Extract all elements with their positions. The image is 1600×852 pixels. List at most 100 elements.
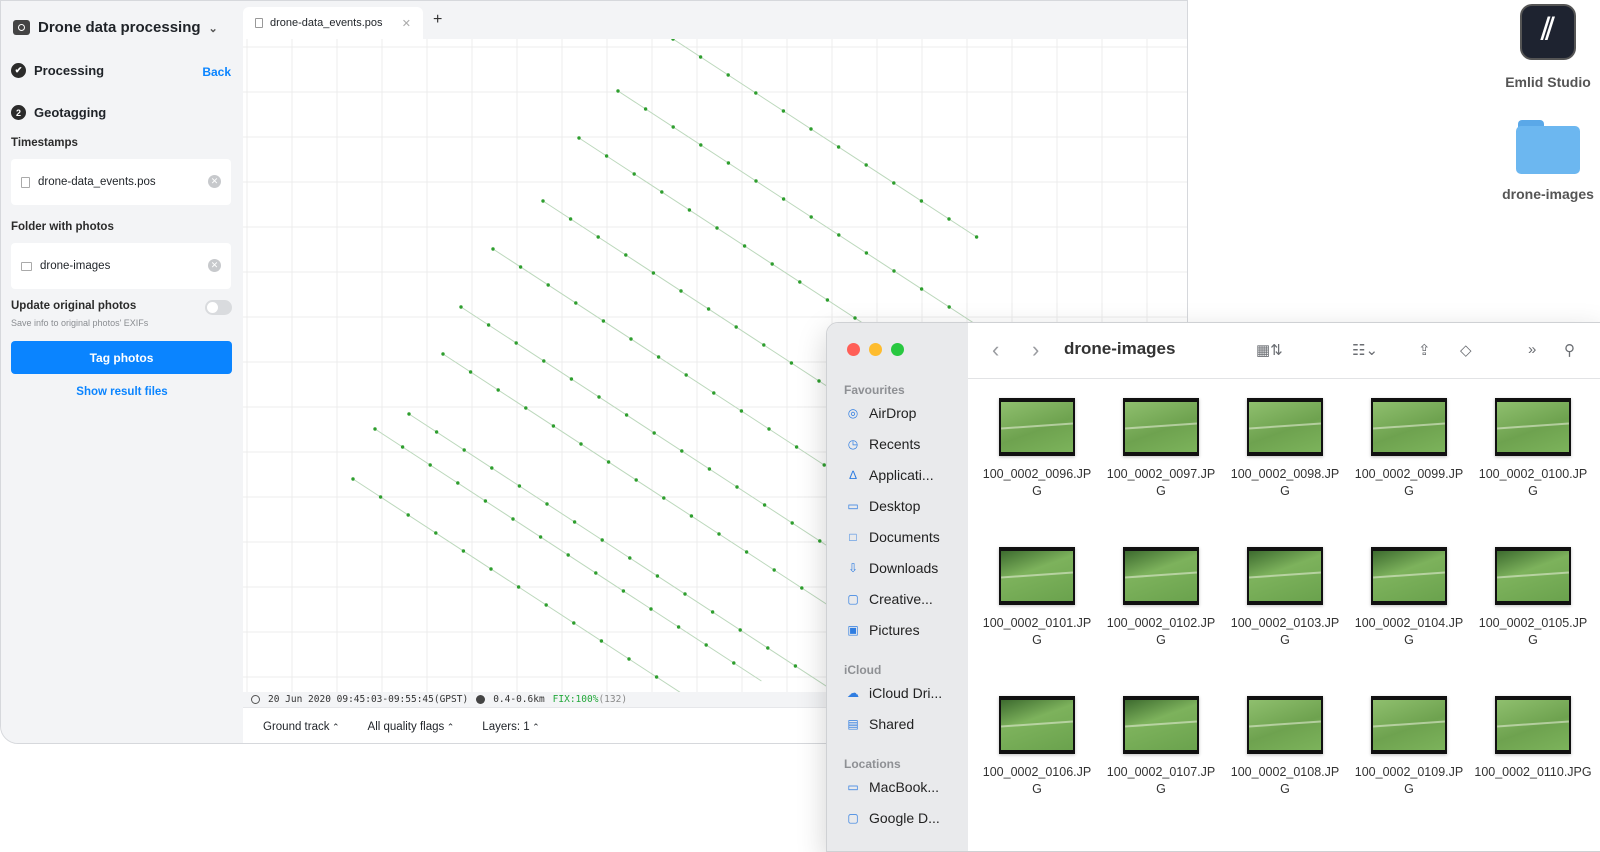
sidebar-item-pictures[interactable]: ▣ Pictures (845, 622, 965, 638)
track-point[interactable] (715, 226, 719, 230)
track-point[interactable] (456, 481, 460, 485)
sidebar-item-creative[interactable]: ▢ Creative... (845, 591, 965, 607)
track-point[interactable] (738, 628, 742, 632)
sidebar-item-icloud-dri[interactable]: ☁ iCloud Dri... (845, 685, 965, 701)
close-window-button[interactable] (847, 343, 860, 356)
track-point[interactable] (462, 448, 466, 452)
track-point[interactable] (676, 625, 681, 629)
track-point[interactable] (671, 125, 675, 129)
track-point[interactable] (428, 463, 432, 467)
track-point[interactable] (643, 107, 648, 111)
track-point[interactable] (628, 556, 632, 560)
file-item[interactable]: 100_0002_0107.JPG (1102, 696, 1220, 798)
track-point[interactable] (817, 379, 821, 383)
sidebar-item-shared[interactable]: ▤ Shared (845, 716, 965, 732)
track-point[interactable] (629, 337, 633, 341)
track-point[interactable] (604, 154, 609, 158)
back-arrow-icon[interactable]: ‹ (992, 337, 999, 363)
track-point[interactable] (662, 496, 666, 500)
track-point[interactable] (538, 535, 543, 539)
track-point[interactable] (541, 199, 545, 203)
track-point[interactable] (818, 539, 822, 543)
track-point[interactable] (517, 484, 522, 488)
file-item[interactable]: 100_0002_0108.JPG (1226, 696, 1344, 798)
file-item[interactable]: 100_0002_0106.JPG (978, 696, 1096, 798)
file-item[interactable]: 100_0002_0097.JPG (1102, 398, 1220, 500)
file-item[interactable]: 100_0002_0109.JPG (1350, 696, 1468, 798)
track-point[interactable] (524, 406, 528, 410)
track-point[interactable] (919, 199, 924, 203)
track-point[interactable] (699, 143, 703, 147)
track-point[interactable] (684, 373, 688, 377)
track-point[interactable] (864, 163, 868, 167)
sidebar-item-airdrop[interactable]: ◎ AirDrop (845, 405, 965, 421)
track-point[interactable] (572, 520, 577, 524)
track-point[interactable] (597, 395, 601, 399)
update-photos-toggle[interactable] (205, 300, 232, 315)
track-point[interactable] (671, 39, 675, 41)
more-icon[interactable]: » (1528, 341, 1536, 358)
forward-arrow-icon[interactable]: › (1032, 337, 1039, 363)
track-point[interactable] (606, 460, 611, 464)
track-point[interactable] (717, 532, 721, 536)
ground-track-dropdown[interactable]: Ground track (263, 721, 340, 733)
track-point[interactable] (680, 449, 684, 453)
track-point[interactable] (518, 265, 523, 269)
track-point[interactable] (459, 305, 463, 309)
desktop-drone-images-folder[interactable]: drone-images (1488, 120, 1600, 202)
desktop-emlid-studio[interactable]: Emlid Studio (1488, 4, 1600, 90)
tab-events-file[interactable]: drone-data_events.pos ✕ (243, 7, 423, 39)
track-point[interactable] (407, 412, 411, 416)
track-point[interactable] (632, 172, 636, 176)
track-point[interactable] (754, 179, 758, 183)
tag-icon[interactable]: ◇ (1460, 341, 1472, 359)
track-point[interactable] (627, 657, 631, 661)
track-point[interactable] (574, 301, 578, 305)
track-point[interactable] (579, 442, 583, 446)
track-point[interactable] (496, 388, 500, 392)
track-point[interactable] (483, 499, 488, 503)
file-item[interactable]: 100_0002_0104.JPG (1350, 547, 1468, 649)
track-point[interactable] (599, 639, 604, 643)
track-point[interactable] (864, 251, 869, 255)
file-item[interactable]: 100_0002_0099.JPG (1350, 398, 1468, 500)
track-point[interactable] (621, 589, 626, 593)
track-point[interactable] (809, 127, 813, 131)
track-point[interactable] (732, 661, 736, 665)
file-item[interactable]: 100_0002_0100.JPG (1474, 398, 1592, 500)
track-point[interactable] (351, 477, 355, 481)
track-point[interactable] (809, 215, 813, 219)
track-point[interactable] (491, 247, 495, 251)
track-point[interactable] (919, 287, 924, 291)
track-point[interactable] (767, 427, 771, 431)
track-point[interactable] (624, 413, 629, 417)
track-point[interactable] (689, 514, 694, 518)
track-point[interactable] (600, 538, 604, 542)
sidebar-item-google-d[interactable]: ▢ Google D... (845, 810, 965, 826)
track-point[interactable] (794, 445, 799, 449)
track-point[interactable] (892, 269, 896, 273)
track-point[interactable] (434, 531, 438, 535)
track-point[interactable] (704, 643, 708, 647)
track-point[interactable] (434, 430, 439, 434)
track-point[interactable] (836, 145, 841, 149)
track-point[interactable] (461, 549, 466, 553)
track-point[interactable] (793, 664, 798, 668)
sidebar-item-macbook[interactable]: ▭ MacBook... (845, 779, 965, 795)
track-point[interactable] (790, 521, 794, 525)
track-point[interactable] (651, 271, 656, 275)
track-point[interactable] (798, 280, 802, 284)
track-point[interactable] (789, 361, 794, 365)
track-point[interactable] (654, 675, 659, 679)
track-point[interactable] (770, 262, 774, 266)
track-point[interactable] (544, 603, 548, 607)
track-point[interactable] (772, 568, 776, 572)
file-item[interactable]: 100_0002_0101.JPG (978, 547, 1096, 649)
track-point[interactable] (545, 502, 549, 506)
add-tab-button[interactable]: + (433, 11, 442, 29)
track-point[interactable] (734, 325, 738, 329)
file-item[interactable]: 100_0002_0103.JPG (1226, 547, 1344, 649)
track-point[interactable] (947, 217, 951, 221)
track-point[interactable] (624, 253, 628, 257)
close-icon[interactable]: ✕ (402, 17, 411, 30)
